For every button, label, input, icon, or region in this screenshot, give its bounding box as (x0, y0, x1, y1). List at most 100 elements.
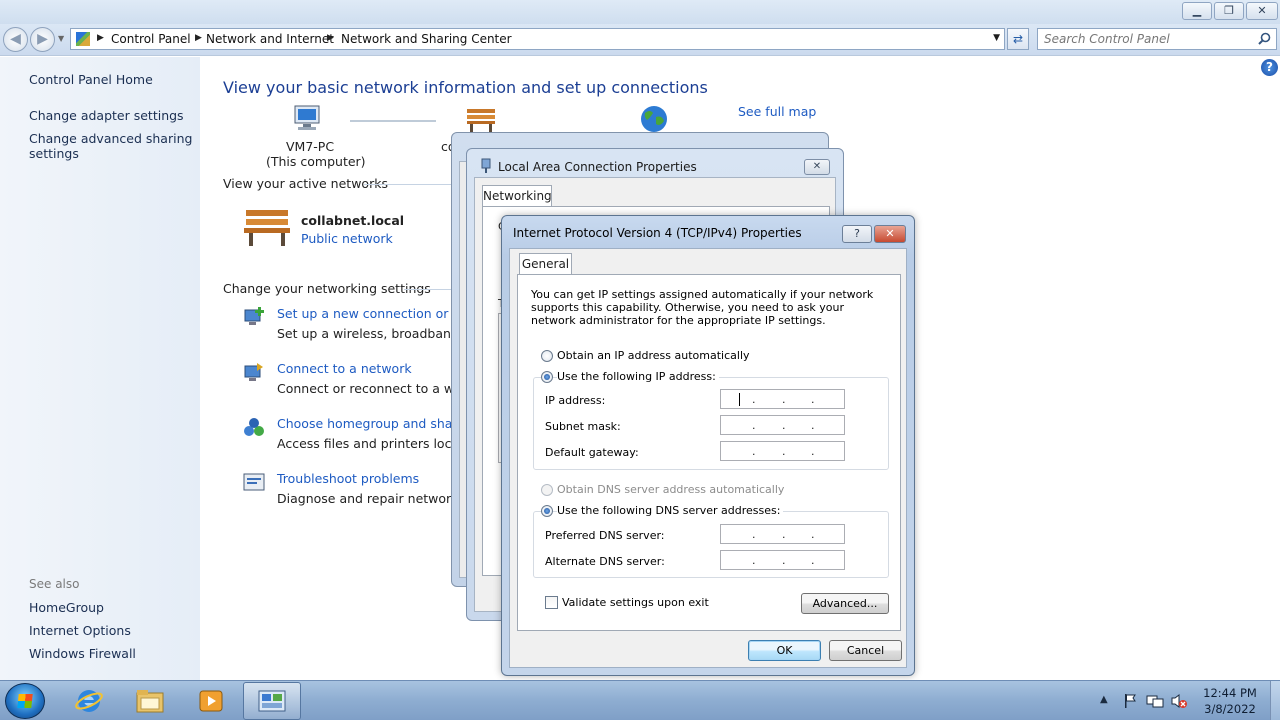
ip-dot: . (811, 445, 815, 458)
ip-dot: . (811, 528, 815, 541)
taskbar-media-player[interactable] (182, 682, 240, 720)
tab-general-label: General (521, 257, 570, 271)
bench-network-icon (467, 109, 495, 132)
system-clock[interactable]: 12:44 PM 3/8/2022 (1190, 685, 1270, 717)
back-button[interactable]: ◀ (3, 27, 28, 52)
control-panel-taskbar-icon (258, 690, 286, 712)
see-full-map-link[interactable]: See full map (738, 104, 816, 119)
breadcrumb-control-panel[interactable]: Control Panel (111, 32, 191, 46)
action-center-flag-icon[interactable] (1122, 693, 1138, 709)
breadcrumb-separator-icon[interactable]: ▶ (195, 33, 202, 43)
lac-close-button[interactable]: ✕ (804, 159, 830, 175)
ip-dot: . (752, 445, 756, 458)
recent-pages-chevron-icon[interactable]: ▼ (58, 34, 64, 43)
breadcrumb-network-internet[interactable]: Network and Internet (206, 32, 334, 46)
help-icon[interactable]: ? (1261, 59, 1278, 76)
folder-icon (136, 690, 164, 713)
maximize-button[interactable]: ❐ (1214, 2, 1244, 20)
public-network-link[interactable]: Public network (301, 231, 393, 246)
obtain-ip-auto-label[interactable]: Obtain an IP address automatically (557, 349, 750, 362)
control-panel-home-link[interactable]: Control Panel Home (29, 72, 153, 87)
preferred-dns-label: Preferred DNS server: (545, 529, 665, 542)
troubleshoot-icon (243, 473, 265, 491)
taskbar-control-panel[interactable] (243, 682, 301, 720)
homegroup-link[interactable]: HomeGroup (29, 600, 104, 615)
breadcrumb-separator-icon[interactable]: ▶ (97, 33, 104, 43)
preferred-dns-field[interactable]: . . . (720, 524, 845, 544)
taskbar: ▲ 12:44 PM 3/8/2022 (0, 680, 1280, 720)
lac-tab-networking[interactable]: Networking (482, 185, 552, 207)
ipv4-properties-dialog: Internet Protocol Version 4 (TCP/IPv4) P… (501, 215, 915, 676)
close-dialog-button[interactable]: ✕ (874, 225, 906, 243)
forward-button[interactable]: ▶ (30, 27, 55, 52)
search-input[interactable] (1044, 31, 1244, 47)
advanced-button[interactable]: Advanced... (801, 593, 889, 614)
windows-firewall-link[interactable]: Windows Firewall (29, 646, 136, 661)
breadcrumb-separator-icon[interactable]: ▶ (327, 33, 334, 43)
network-bench-icon (244, 210, 290, 246)
default-gateway-label: Default gateway: (545, 446, 639, 459)
taskbar-windows-explorer[interactable] (121, 682, 179, 720)
change-advanced-sharing-link-line2[interactable]: settings (29, 146, 79, 161)
divider (404, 289, 454, 290)
ip-settings-info-text: You can get IP settings assigned automat… (531, 288, 874, 327)
start-button[interactable] (5, 683, 45, 719)
ok-button[interactable]: OK (748, 640, 821, 661)
ip-address-label: IP address: (545, 394, 606, 407)
search-icon[interactable] (1258, 32, 1271, 45)
ip-dot: . (811, 393, 815, 406)
use-following-dns-radio[interactable] (541, 505, 553, 517)
task-link-troubleshoot[interactable]: Troubleshoot problems (277, 471, 419, 486)
subnet-mask-field[interactable]: . . . (720, 415, 845, 435)
ipv4-dialog-title: Internet Protocol Version 4 (TCP/IPv4) P… (513, 226, 802, 240)
lac-dialog-title: Local Area Connection Properties (498, 160, 697, 174)
map-connector-line (350, 120, 436, 122)
refresh-button[interactable]: ⇄ (1007, 28, 1029, 50)
address-dropdown-icon[interactable]: ▼ (993, 33, 1000, 43)
change-advanced-sharing-link[interactable]: Change advanced sharing (29, 131, 192, 146)
obtain-dns-auto-label: Obtain DNS server address automatically (557, 483, 785, 496)
use-following-ip-label[interactable]: Use the following IP address: (557, 370, 719, 383)
computer-icon (294, 105, 320, 130)
taskbar-internet-explorer[interactable] (60, 682, 118, 720)
internet-globe-icon (641, 106, 667, 132)
tab-general[interactable]: General (519, 253, 572, 275)
use-following-ip-radio[interactable] (541, 371, 553, 383)
change-adapter-settings-link[interactable]: Change adapter settings (29, 108, 184, 123)
show-hidden-icons-icon[interactable]: ▲ (1100, 694, 1108, 705)
new-connection-icon (244, 307, 264, 325)
breadcrumb-network-sharing-center[interactable]: Network and Sharing Center (341, 32, 512, 46)
internet-explorer-icon (75, 690, 103, 712)
use-following-dns-label[interactable]: Use the following DNS server addresses: (557, 504, 784, 517)
ip-dot: . (811, 419, 815, 432)
close-window-button[interactable]: ✕ (1246, 2, 1278, 20)
page-heading: View your basic network information and … (223, 78, 708, 97)
address-toolbar: ◀ ▶ ▼ ▶ Control Panel ▶ Network and Inte… (0, 24, 1280, 56)
subnet-mask-label: Subnet mask: (545, 420, 621, 433)
task-link-connect-network[interactable]: Connect to a network (277, 361, 412, 376)
ip-dot: . (752, 554, 756, 567)
divider (364, 184, 454, 185)
left-task-pane: Control Panel Home Change adapter settin… (0, 57, 200, 680)
control-panel-icon (76, 32, 90, 46)
network-tray-icon[interactable] (1146, 693, 1164, 709)
obtain-ip-auto-radio[interactable] (541, 350, 553, 362)
help-button[interactable]: ? (842, 225, 872, 243)
homegroup-icon (244, 418, 264, 436)
validate-settings-checkbox[interactable] (545, 596, 558, 609)
ip-address-field[interactable]: . . . (720, 389, 845, 409)
minimize-button[interactable]: ▁ (1182, 2, 1212, 20)
volume-muted-icon[interactable] (1170, 693, 1188, 709)
address-bar[interactable]: ▶ Control Panel ▶ Network and Internet ▶… (70, 28, 1005, 50)
ip-dot: . (782, 419, 786, 432)
ip-dot: . (782, 445, 786, 458)
search-box[interactable] (1037, 28, 1277, 50)
ip-dot: . (811, 554, 815, 567)
task-link-homegroup[interactable]: Choose homegroup and sharing (277, 416, 477, 431)
alternate-dns-field[interactable]: . . . (720, 550, 845, 570)
internet-options-link[interactable]: Internet Options (29, 623, 131, 638)
cancel-button[interactable]: Cancel (829, 640, 902, 661)
default-gateway-field[interactable]: . . . (720, 441, 845, 461)
validate-settings-label[interactable]: Validate settings upon exit (562, 596, 709, 609)
show-desktop-button[interactable] (1270, 681, 1280, 720)
